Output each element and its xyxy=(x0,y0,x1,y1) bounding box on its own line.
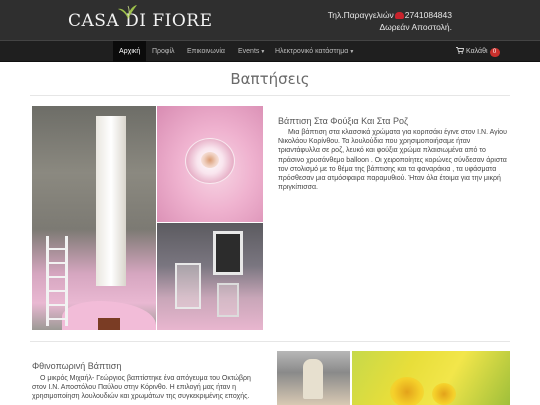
phone-line: Τηλ.Παραγγελιών 2741084843 xyxy=(328,9,452,21)
cart-icon xyxy=(456,47,465,54)
site-logo[interactable]: CASA DI FIORE xyxy=(68,5,213,36)
free-shipping-text: Δωρεάν Αποστολή. xyxy=(379,22,452,32)
nav-item-label: Επικοινωνία xyxy=(187,48,225,55)
cart-count-badge: 0 xyxy=(489,48,500,57)
phone-icon xyxy=(394,12,404,20)
autumn-photo-bottle[interactable] xyxy=(277,351,350,405)
nav-item-events[interactable]: Events▼ xyxy=(232,41,271,62)
page-title: Βαπτήσεις xyxy=(230,70,310,88)
nav-item-eshop[interactable]: Ηλεκτρονικό κατάστημα▼ xyxy=(269,41,360,62)
phone-number[interactable]: 2741084843 xyxy=(405,10,452,20)
nav-item-home[interactable]: Αρχική xyxy=(113,41,147,62)
nav-item-label: Events xyxy=(238,48,260,55)
dropdown-caret-icon: ▼ xyxy=(260,49,266,55)
site-header: CASA DI FIORE Τηλ.Παραγγελιών 2741084843 … xyxy=(0,0,540,40)
logo-text: CASA DI FIORE xyxy=(68,11,213,31)
baptism-photo-main[interactable] xyxy=(32,106,156,330)
cart-button[interactable]: Καλάθι 0 xyxy=(456,41,500,62)
nav-item-contact[interactable]: Επικοινωνία xyxy=(181,41,231,62)
main-navbar: Αρχική Προφίλ Επικοινωνία Events▼ Ηλεκτρ… xyxy=(0,40,540,62)
article-title[interactable]: Βάπτιση Στα Φούξια Και Στα Ροζ xyxy=(278,116,408,126)
cart-label: Καλάθι xyxy=(466,48,488,55)
phone-label: Τηλ.Παραγγελιών xyxy=(327,10,394,20)
baptism-photo-lanterns[interactable] xyxy=(157,223,263,330)
leaf-icon xyxy=(118,5,137,20)
article-body: Μια βάπτιση στα κλασσικά χρώματα για κορ… xyxy=(278,129,507,192)
divider xyxy=(30,95,510,96)
article-title[interactable]: Φθινοπωρινή Βάπτιση xyxy=(32,361,121,371)
baptism-photo-bowl[interactable] xyxy=(157,106,263,222)
nav-item-label: Προφίλ xyxy=(152,48,175,55)
dropdown-caret-icon: ▼ xyxy=(349,49,355,55)
nav-item-label: Αρχική xyxy=(119,48,141,55)
divider xyxy=(30,341,510,342)
contact-info: Τηλ.Παραγγελιών 2741084843 Δωρεάν Αποστολ… xyxy=(328,9,452,33)
nav-item-label: Ηλεκτρονικό κατάστημα xyxy=(275,48,349,55)
autumn-photo-flowers[interactable] xyxy=(352,351,510,405)
article-body: Ο μικρός Μιχαήλ- Γεώργιος βαπτίστηκε ένα… xyxy=(32,375,251,401)
nav-item-profile[interactable]: Προφίλ xyxy=(146,41,181,62)
